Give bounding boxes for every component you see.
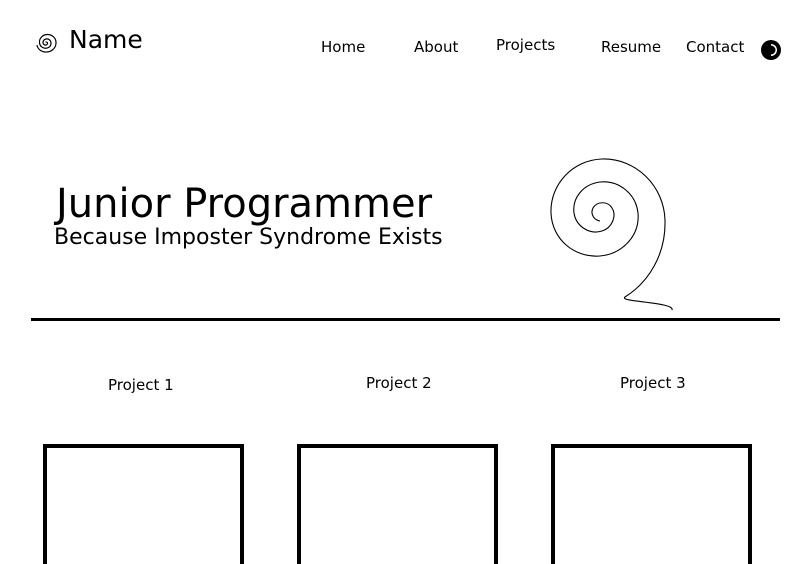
project-2-label[interactable]: Project 2 [366,373,432,393]
spiral-icon[interactable] [33,29,59,55]
project-1-card[interactable] [43,444,244,564]
nav-resume[interactable]: Resume [601,37,661,57]
hero-title: Junior Programmer [56,181,433,227]
brand-name[interactable]: Name [69,24,143,56]
spiral-icon [550,158,673,311]
project-3-card[interactable] [551,444,752,564]
hero-subtitle: Because Imposter Syndrome Exists [54,225,443,250]
project-2-card[interactable] [297,444,498,564]
project-3-label[interactable]: Project 3 [620,373,686,393]
project-1-label[interactable]: Project 1 [108,375,174,395]
section-divider [31,318,780,321]
nav-projects[interactable]: Projects [496,35,555,55]
nav-contact[interactable]: Contact [686,37,744,57]
nav-home[interactable]: Home [321,37,365,57]
nav-about[interactable]: About [414,37,458,57]
theme-toggle-icon[interactable] [760,39,782,61]
